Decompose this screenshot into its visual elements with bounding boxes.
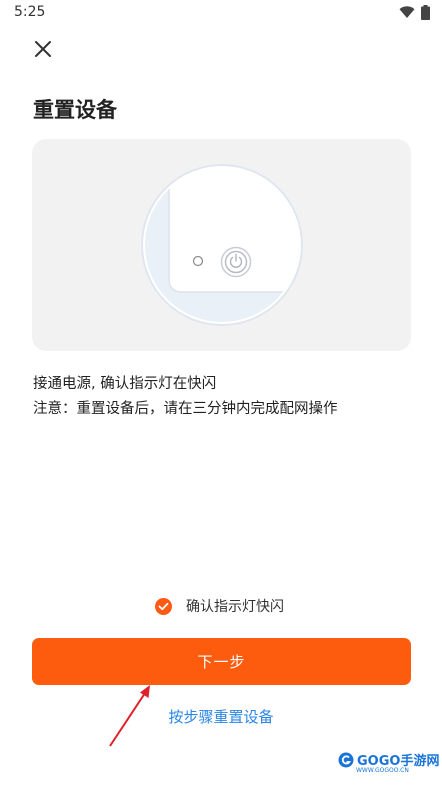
device-illustration xyxy=(32,139,411,351)
watermark-subtext: WWW.GOGOO.CN xyxy=(356,767,409,774)
status-bar: 5:25 xyxy=(0,0,442,26)
confirm-light-checkbox-row[interactable]: 确认指示灯快闪 xyxy=(155,596,284,616)
instructions: 接通电源, 确认指示灯在快闪 注意：重置设备后，请在三分钟内完成配网操作 xyxy=(33,372,338,422)
next-button[interactable]: 下一步 xyxy=(32,638,411,685)
close-button[interactable] xyxy=(30,36,56,62)
watermark-logo: GOGO手游网 WWW.GOGOO.CN xyxy=(338,750,439,774)
confirm-label: 确认指示灯快闪 xyxy=(186,599,284,615)
instruction-line: 接通电源, 确认指示灯在快闪 xyxy=(33,376,217,392)
gogo-logo-icon xyxy=(338,752,354,767)
notice-line: 注意：重置设备后，请在三分钟内完成配网操作 xyxy=(33,401,338,417)
battery-icon xyxy=(421,5,430,20)
checkbox-checked-icon[interactable] xyxy=(155,597,172,615)
annotation-arrow-icon xyxy=(109,685,150,747)
status-time: 5:25 xyxy=(14,4,46,20)
close-icon xyxy=(35,41,51,57)
page-title: 重置设备 xyxy=(33,98,117,122)
status-icons xyxy=(399,5,430,20)
reset-steps-link[interactable]: 按步骤重置设备 xyxy=(0,706,442,727)
wifi-icon xyxy=(399,6,415,18)
